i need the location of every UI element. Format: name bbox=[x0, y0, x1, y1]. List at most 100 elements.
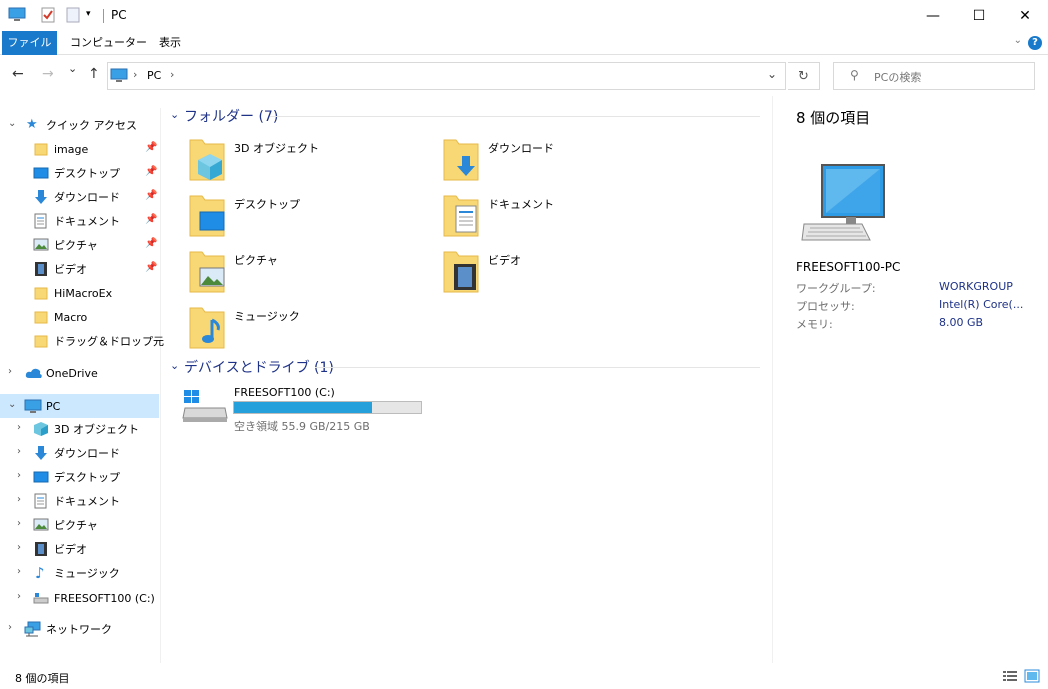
minimize-icon: — bbox=[926, 7, 940, 24]
close-button[interactable]: ✕ bbox=[1002, 0, 1048, 31]
up-button[interactable]: ↑ bbox=[88, 66, 100, 82]
chevron-right-icon[interactable]: › bbox=[17, 566, 21, 577]
folder-tile-desktop[interactable]: デスクトップ bbox=[188, 192, 438, 244]
sidebar-item-documents[interactable]: ドキュメント 📌 bbox=[0, 209, 159, 233]
expand-ribbon-icon[interactable]: ⌄ bbox=[1014, 35, 1022, 46]
picture-icon bbox=[33, 238, 49, 254]
folder-tile-music[interactable]: ミュージック bbox=[188, 304, 438, 356]
computer-icon[interactable] bbox=[8, 7, 26, 26]
sidebar-item-videos[interactable]: ビデオ 📌 bbox=[0, 257, 159, 281]
sidebar-item-quick-access[interactable]: ⌄ ★ クイック アクセス bbox=[0, 113, 159, 137]
tab-computer[interactable]: コンピューター bbox=[60, 31, 157, 55]
sidebar-item-pc-videos[interactable]: › ビデオ bbox=[0, 537, 159, 561]
chevron-right-icon[interactable]: › bbox=[17, 494, 21, 505]
breadcrumb-item-pc[interactable]: PC bbox=[147, 69, 161, 82]
large-icons-view-icon[interactable] bbox=[1024, 669, 1040, 683]
chevron-down-icon[interactable]: ⌄ bbox=[8, 118, 16, 129]
chevron-right-icon[interactable]: › bbox=[17, 446, 21, 457]
sidebar-item-onedrive[interactable]: › OneDrive bbox=[0, 361, 159, 385]
pin-icon[interactable]: 📌 bbox=[145, 262, 157, 273]
drive-icon bbox=[33, 592, 49, 607]
sidebar-item-image[interactable]: image 📌 bbox=[0, 137, 159, 161]
back-button[interactable]: ← bbox=[12, 66, 24, 82]
sidebar-item-pc-downloads[interactable]: › ダウンロード bbox=[0, 441, 159, 465]
details-computer-name: FREESOFT100-PC bbox=[796, 260, 901, 274]
cloud-icon bbox=[25, 367, 43, 382]
sidebar-item-drag-drop-source[interactable]: ドラッグ＆ドロップ元 bbox=[0, 329, 164, 353]
video-icon bbox=[442, 248, 480, 297]
folder-tile-documents[interactable]: ドキュメント bbox=[442, 192, 692, 244]
sidebar-item-label: 3D オブジェクト bbox=[54, 423, 139, 436]
forward-button[interactable]: → bbox=[42, 66, 54, 82]
sidebar-item-pc-drive-c[interactable]: › FREESOFT100 (C:) bbox=[0, 586, 159, 610]
sidebar-item-pc[interactable]: ⌄ PC bbox=[0, 394, 159, 418]
folder-label: ダウンロード bbox=[488, 142, 554, 155]
sidebar-item-label: Macro bbox=[54, 310, 88, 324]
minimize-button[interactable]: — bbox=[910, 0, 956, 31]
help-icon[interactable]: ? bbox=[1028, 36, 1042, 50]
search-box[interactable]: ⚲ PCの検索 bbox=[833, 62, 1035, 90]
maximize-button[interactable]: ☐ bbox=[956, 0, 1002, 31]
drives-group-header[interactable]: ⌄ デバイスとドライブ (1) bbox=[170, 357, 765, 377]
pin-icon[interactable]: 📌 bbox=[145, 142, 157, 153]
folder-tile-pictures[interactable]: ピクチャ bbox=[188, 248, 438, 300]
sidebar-item-label: ダウンロード bbox=[54, 191, 120, 204]
folder-tile-videos[interactable]: ビデオ bbox=[442, 248, 692, 300]
pin-icon[interactable]: 📌 bbox=[145, 166, 157, 177]
window-title: PC bbox=[111, 8, 127, 22]
folders-group-title: フォルダー (7) bbox=[184, 109, 279, 125]
pin-icon[interactable]: 📌 bbox=[145, 190, 157, 201]
sidebar-item-pc-documents[interactable]: › ドキュメント bbox=[0, 489, 159, 513]
tab-file[interactable]: ファイル bbox=[2, 31, 57, 55]
chevron-right-icon[interactable]: › bbox=[17, 542, 21, 553]
sidebar-item-pictures[interactable]: ピクチャ 📌 bbox=[0, 233, 159, 257]
computer-icon bbox=[800, 162, 892, 249]
breadcrumb-chevron-icon: › bbox=[133, 68, 138, 81]
breadcrumb-chevron-icon[interactable]: › bbox=[170, 68, 174, 81]
properties-icon[interactable] bbox=[41, 7, 55, 26]
chevron-down-icon[interactable]: ⌄ bbox=[8, 399, 16, 410]
recent-locations-button[interactable]: ⌄ bbox=[68, 62, 77, 75]
chevron-right-icon[interactable]: › bbox=[17, 518, 21, 529]
chevron-right-icon[interactable]: › bbox=[17, 422, 21, 433]
sidebar-item-downloads[interactable]: ダウンロード 📌 bbox=[0, 185, 159, 209]
sidebar-item-pc-music[interactable]: › ♪ ミュージック bbox=[0, 561, 159, 585]
refresh-button[interactable]: ↻ bbox=[788, 62, 820, 90]
chevron-down-icon[interactable]: ⌄ bbox=[170, 359, 179, 372]
sidebar-item-pc-desktop[interactable]: › デスクトップ bbox=[0, 465, 159, 489]
sidebar-item-label: ビデオ bbox=[54, 543, 87, 556]
chevron-right-icon[interactable]: › bbox=[8, 622, 12, 633]
new-folder-icon[interactable] bbox=[66, 7, 80, 26]
search-icon: ⚲ bbox=[850, 68, 859, 82]
folder-label: ドキュメント bbox=[488, 198, 554, 211]
folder-tile-downloads[interactable]: ダウンロード bbox=[442, 136, 692, 188]
sidebar-item-himacroex[interactable]: HiMacroEx bbox=[0, 281, 159, 305]
pin-icon[interactable]: 📌 bbox=[145, 238, 157, 249]
sidebar-item-label: image bbox=[54, 142, 89, 156]
drive-tile-c[interactable]: FREESOFT100 (C:) 空き領域 55.9 GB/215 GB bbox=[182, 384, 442, 440]
sidebar-item-desktop[interactable]: デスクトップ 📌 bbox=[0, 161, 159, 185]
chevron-right-icon[interactable]: › bbox=[17, 470, 21, 481]
address-dropdown-icon[interactable]: ⌄ bbox=[767, 67, 777, 81]
document-icon bbox=[34, 493, 47, 512]
chevron-right-icon[interactable]: › bbox=[17, 591, 21, 602]
customize-toolbar-icon[interactable]: ▾ bbox=[86, 9, 91, 19]
sidebar-item-3d-objects[interactable]: › 3D オブジェクト bbox=[0, 417, 159, 441]
details-view-icon[interactable] bbox=[1002, 669, 1018, 683]
details-pane: 8 個の項目 FREESOFT100-PC ワークグループ: WORKGROUP… bbox=[772, 96, 1048, 663]
folder-tile-3d-objects[interactable]: 3D オブジェクト bbox=[188, 136, 438, 188]
navigation-pane: ⌄ ★ クイック アクセス image 📌 デスクトップ 📌 ダウンロード 📌 … bbox=[0, 108, 164, 663]
details-key-processor: プロセッサ: bbox=[796, 300, 855, 313]
chevron-right-icon[interactable]: › bbox=[8, 366, 12, 377]
address-bar[interactable]: › PC › ⌄ bbox=[107, 62, 786, 90]
pin-icon[interactable]: 📌 bbox=[145, 214, 157, 225]
sidebar-item-network[interactable]: › ネットワーク bbox=[0, 617, 159, 641]
folder-label: ビデオ bbox=[488, 254, 521, 267]
chevron-down-icon[interactable]: ⌄ bbox=[170, 108, 179, 121]
sidebar-item-pc-pictures[interactable]: › ピクチャ bbox=[0, 513, 159, 537]
drive-free-space: 空き領域 55.9 GB/215 GB bbox=[234, 420, 370, 433]
folder-label: ピクチャ bbox=[234, 254, 278, 267]
folders-group-header[interactable]: ⌄ フォルダー (7) bbox=[170, 106, 765, 126]
sidebar-item-macro[interactable]: Macro bbox=[0, 305, 159, 329]
tab-view[interactable]: 表示 bbox=[149, 31, 191, 55]
